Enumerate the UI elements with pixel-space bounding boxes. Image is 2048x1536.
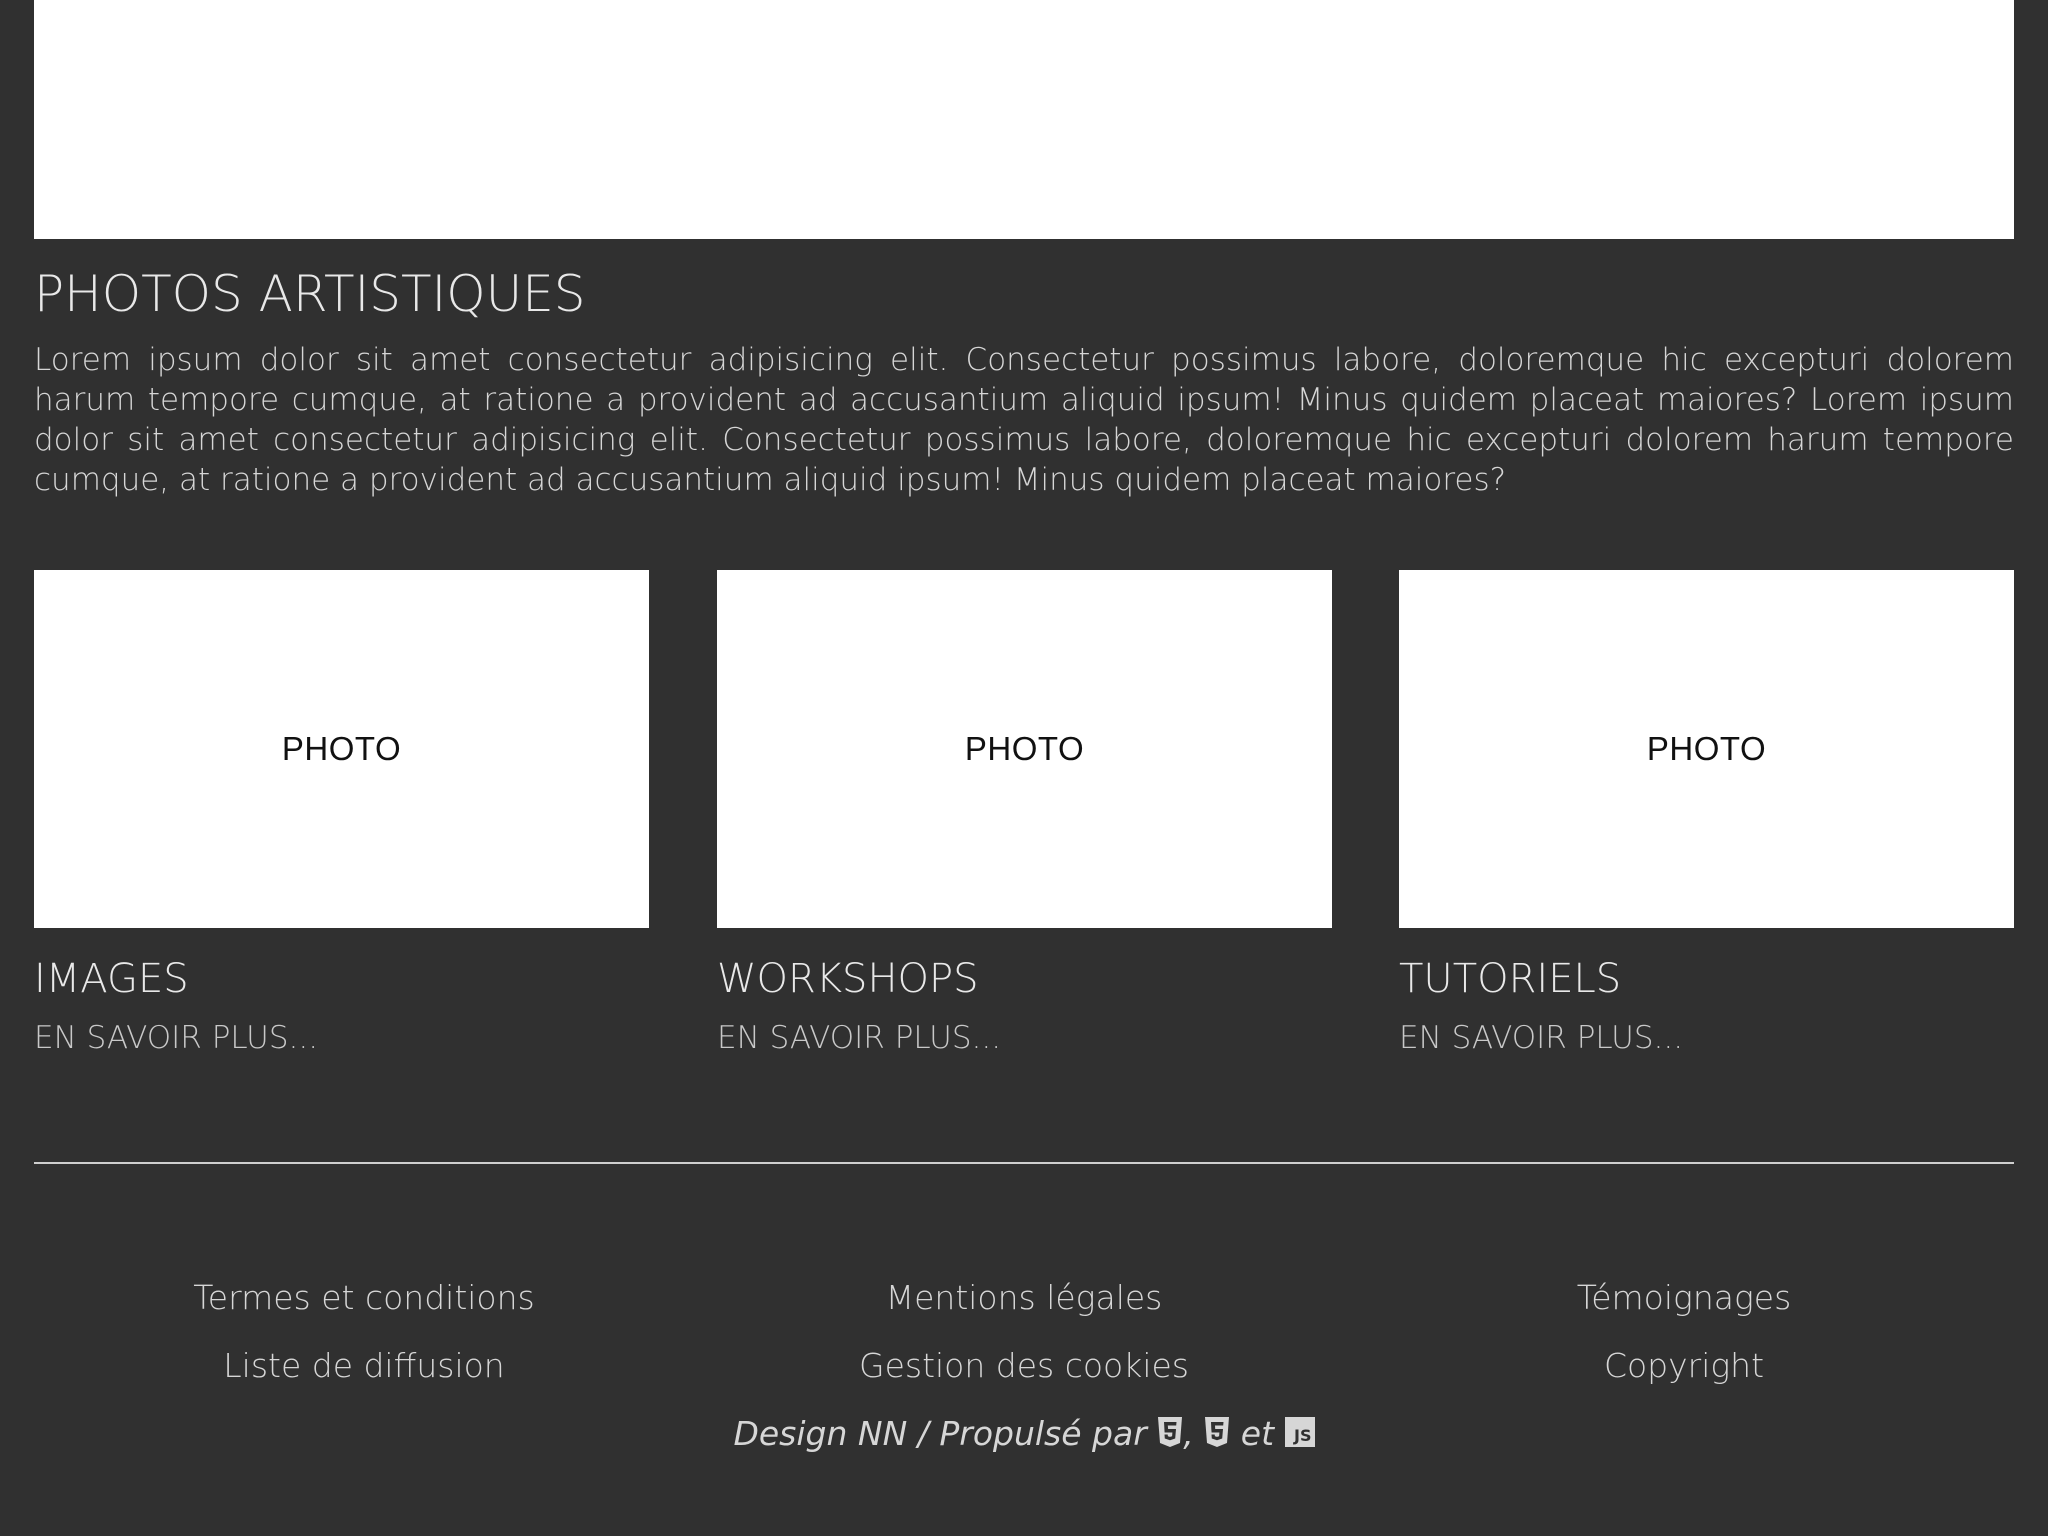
footer-divider [34, 1162, 2014, 1164]
css3-icon [1205, 1416, 1230, 1447]
card-images: PHOTO IMAGES EN SAVOIR PLUS... [34, 570, 649, 1056]
read-more-link[interactable]: EN SAVOIR PLUS... [34, 1018, 318, 1058]
html5-icon [1158, 1416, 1183, 1447]
section-description: Lorem ipsum dolor sit amet consectetur a… [34, 342, 2014, 498]
section-title: PHOTOS ARTISTIQUES [34, 265, 586, 323]
credits-separator: , [1183, 1414, 1194, 1453]
footer-link-cookies[interactable]: Gestion des cookies [704, 1344, 1344, 1388]
footer-link-legal[interactable]: Mentions légales [704, 1276, 1344, 1320]
card-title: TUTORIELS [1399, 956, 1622, 1002]
js-icon: JS [1284, 1416, 1315, 1447]
footer-credits: Design NN / Propulsé par , et JS [0, 1412, 2048, 1456]
footer-link-testimonials[interactable]: Témoignages [1364, 1276, 2004, 1320]
photo-label: PHOTO [1646, 730, 1767, 767]
footer-link-copyright[interactable]: Copyright [1364, 1344, 2004, 1388]
photo-label: PHOTO [964, 730, 1085, 767]
photo-placeholder[interactable]: PHOTO [34, 570, 649, 928]
page: PHOTOS ARTISTIQUES Lorem ipsum dolor sit… [0, 0, 2048, 1536]
footer-link-mailing-list[interactable]: Liste de diffusion [44, 1344, 684, 1388]
card-title: WORKSHOPS [717, 956, 979, 1002]
card-title: IMAGES [34, 956, 189, 1002]
credits-prefix: Design NN / Propulsé par [733, 1414, 1147, 1453]
card-tutoriels: PHOTO TUTORIELS EN SAVOIR PLUS... [1399, 570, 2014, 1056]
hero-image-placeholder [34, 0, 2014, 239]
footer-link-terms[interactable]: Termes et conditions [44, 1276, 684, 1320]
photo-label: PHOTO [281, 730, 402, 767]
read-more-link[interactable]: EN SAVOIR PLUS... [1399, 1018, 1683, 1058]
read-more-link[interactable]: EN SAVOIR PLUS... [717, 1018, 1001, 1058]
photo-placeholder[interactable]: PHOTO [1399, 570, 2014, 928]
card-workshops: PHOTO WORKSHOPS EN SAVOIR PLUS... [717, 570, 1332, 1056]
credits-conjunction: et [1240, 1414, 1275, 1453]
photo-placeholder[interactable]: PHOTO [717, 570, 1332, 928]
